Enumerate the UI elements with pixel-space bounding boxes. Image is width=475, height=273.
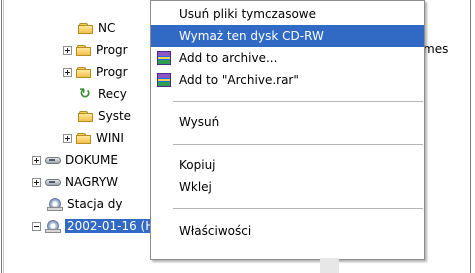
menu-item-label: Add to archive... [179, 51, 278, 65]
tree-item-label: NC [98, 21, 116, 35]
scrollbar-fragment[interactable] [320, 258, 339, 273]
cd-drive-icon [45, 219, 61, 233]
menu-item-eject[interactable]: Wysuń [151, 111, 424, 133]
expand-plus-icon[interactable] [63, 133, 72, 143]
tree-item-drive[interactable]: Stacja dy [47, 194, 123, 214]
folder-icon [76, 43, 92, 57]
menu-item-erase-cd[interactable]: Wymaż ten dysk CD-RW [151, 25, 424, 47]
context-menu: Usuń pliki tymczasowe Wymaż ten dysk CD-… [150, 0, 425, 260]
collapse-minus-icon[interactable] [32, 221, 41, 231]
tree-item-label: Recy [98, 87, 127, 101]
tree-item-windows[interactable]: WINI [63, 128, 124, 148]
tree-item-nc[interactable]: NC [78, 18, 115, 38]
folder-icon [76, 65, 92, 79]
folder-icon [78, 109, 94, 123]
tree-item-system[interactable]: Syste [78, 106, 131, 126]
tree-item-label: Syste [98, 109, 132, 123]
expand-plus-icon[interactable] [63, 67, 72, 77]
menu-item-properties[interactable]: Właściwości [151, 220, 424, 242]
menu-item-label: Usuń pliki tymczasowe [179, 7, 316, 21]
tree-item-selected-drive[interactable]: 2002-01-16 (H:) [32, 216, 165, 236]
tree-item-recordings[interactable]: NAGRYW [32, 172, 118, 192]
cd-drive-icon [47, 197, 63, 211]
menu-item-label: Wklej [179, 180, 212, 194]
expand-plus-icon[interactable] [32, 155, 41, 165]
menu-item-delete-temp[interactable]: Usuń pliki tymczasowe [151, 3, 424, 25]
tree-item-label: DOKUME [65, 153, 118, 167]
menu-separator [173, 208, 423, 209]
folder-icon [76, 131, 92, 145]
menu-separator [173, 144, 423, 145]
winrar-icon [157, 51, 171, 65]
tree-item-label: NAGRYW [65, 175, 119, 189]
recycle-bin-icon [78, 86, 94, 102]
drive-icon [45, 153, 61, 167]
expand-plus-icon[interactable] [63, 45, 72, 55]
expand-plus-icon[interactable] [32, 177, 41, 187]
background-text-fragment: mes [423, 42, 449, 56]
tree-item-label: Progr [96, 65, 128, 79]
menu-item-add-archive[interactable]: Add to archive... [151, 47, 424, 69]
tree-item-program-files-1[interactable]: Progr [63, 40, 128, 60]
menu-item-label: Właściwości [179, 224, 252, 238]
menu-item-label: Add to "Archive.rar" [179, 73, 299, 87]
tree-item-label: Stacja dy [67, 197, 123, 211]
menu-item-copy[interactable]: Kopiuj [151, 154, 424, 176]
drive-icon [45, 175, 61, 189]
menu-separator [173, 101, 423, 102]
menu-item-label: Wymaż ten dysk CD-RW [179, 29, 324, 43]
menu-item-label: Kopiuj [179, 158, 216, 172]
tree-item-documents[interactable]: DOKUME [32, 150, 118, 170]
tree-item-recycle-bin[interactable]: Recy [78, 84, 127, 104]
menu-item-add-archive-rar[interactable]: Add to "Archive.rar" [151, 69, 424, 91]
menu-item-paste[interactable]: Wklej [151, 176, 424, 198]
winrar-icon [157, 73, 171, 87]
folder-icon [78, 21, 94, 35]
menu-item-label: Wysuń [179, 115, 220, 129]
tree-item-program-files-2[interactable]: Progr [63, 62, 128, 82]
tree-item-label: WINI [96, 131, 124, 145]
tree-item-label: Progr [96, 43, 128, 57]
